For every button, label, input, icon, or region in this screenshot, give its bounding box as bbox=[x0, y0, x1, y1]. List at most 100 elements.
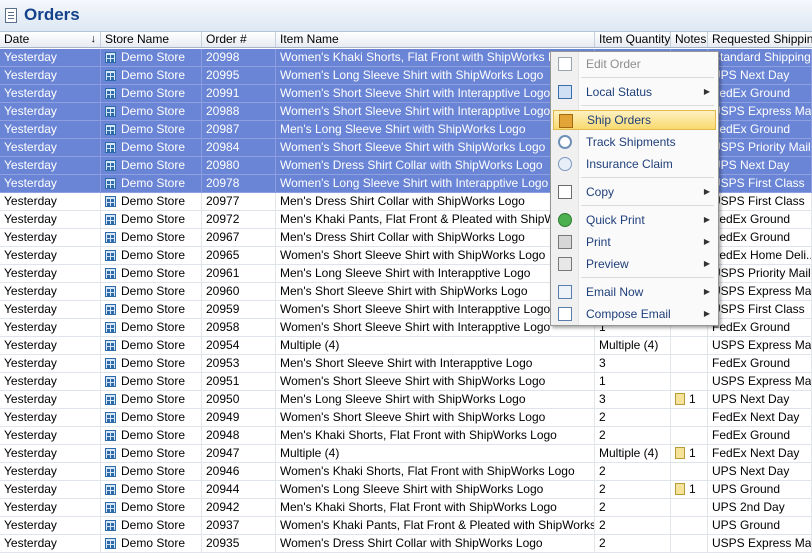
menu-item-preview[interactable]: Preview ▶ bbox=[553, 254, 716, 274]
column-header-requested-shipping[interactable]: Requested Shipping bbox=[708, 32, 812, 47]
table-row[interactable]: Yesterday Demo Store 20935 Women's Dress Sh… bbox=[0, 535, 812, 553]
cell-order-number-text: 20988 bbox=[206, 104, 240, 118]
table-row[interactable]: Yesterday Demo Store 20944 Women's Long Sle… bbox=[0, 481, 812, 499]
cell-store-name: Demo Store bbox=[101, 211, 202, 228]
cell-order-number: 20951 bbox=[202, 373, 276, 390]
cell-store-name: Demo Store bbox=[101, 319, 202, 336]
cell-date-text: Yesterday bbox=[4, 518, 57, 532]
cell-store-name: Demo Store bbox=[101, 499, 202, 516]
cell-date: Yesterday bbox=[0, 409, 101, 426]
cell-date-text: Yesterday bbox=[4, 446, 57, 460]
cell-item-quantity-text: Multiple (4) bbox=[599, 446, 659, 460]
cell-date-text: Yesterday bbox=[4, 392, 57, 406]
store-icon bbox=[105, 160, 116, 171]
table-row[interactable]: Yesterday Demo Store 20947 Multiple (4) Mult… bbox=[0, 445, 812, 463]
table-row[interactable]: Yesterday Demo Store 20950 Men's Long Sleev… bbox=[0, 391, 812, 409]
table-row[interactable]: Yesterday Demo Store 20937 Women's Khaki Pa… bbox=[0, 517, 812, 535]
cell-date-text: Yesterday bbox=[4, 158, 57, 172]
cell-notes-text: 1 bbox=[689, 482, 696, 496]
cell-requested-shipping: FedEx Next Day bbox=[708, 445, 812, 462]
cell-order-number: 20954 bbox=[202, 337, 276, 354]
cell-requested-shipping-text: UPS Next Day bbox=[712, 392, 790, 406]
table-row[interactable]: Yesterday Demo Store 20949 Women's Short Sl… bbox=[0, 409, 812, 427]
menu-item-compose-email[interactable]: Compose Email ▶ bbox=[553, 304, 716, 324]
menu-item-label: Insurance Claim bbox=[586, 157, 673, 171]
menu-item-copy[interactable]: Copy ▶ bbox=[553, 182, 716, 202]
cell-order-number-text: 20961 bbox=[206, 266, 240, 280]
track-shipments-icon bbox=[558, 135, 572, 149]
cell-store-name-text: Demo Store bbox=[121, 320, 186, 334]
cell-order-number-text: 20995 bbox=[206, 68, 240, 82]
menu-item-email-now[interactable]: Email Now ▶ bbox=[553, 282, 716, 302]
cell-order-number-text: 20984 bbox=[206, 140, 240, 154]
menu-separator bbox=[581, 77, 714, 78]
table-row[interactable]: Yesterday Demo Store 20954 Multiple (4) Mult… bbox=[0, 337, 812, 355]
cell-item-name-text: Multiple (4) bbox=[280, 338, 340, 352]
cell-date: Yesterday bbox=[0, 373, 101, 390]
cell-order-number: 20965 bbox=[202, 247, 276, 264]
store-icon bbox=[105, 520, 116, 531]
cell-date-text: Yesterday bbox=[4, 266, 57, 280]
menu-item-ship-orders[interactable]: Ship Orders bbox=[553, 110, 716, 130]
cell-item-name-text: Women's Short Sleeve Shirt with ShipWork… bbox=[280, 410, 546, 424]
cell-date-text: Yesterday bbox=[4, 302, 57, 316]
store-icon bbox=[105, 322, 116, 333]
cell-requested-shipping: UPS Ground bbox=[708, 481, 812, 498]
copy-icon bbox=[558, 185, 572, 199]
store-icon bbox=[105, 376, 116, 387]
column-header-item-name[interactable]: Item Name bbox=[276, 32, 595, 47]
table-row[interactable]: Yesterday Demo Store 20942 Men's Khaki Shor… bbox=[0, 499, 812, 517]
cell-store-name: Demo Store bbox=[101, 283, 202, 300]
cell-store-name-text: Demo Store bbox=[121, 500, 186, 514]
cell-requested-shipping: USPS Express Mail bbox=[708, 283, 812, 300]
cell-requested-shipping: UPS Next Day bbox=[708, 391, 812, 408]
cell-store-name: Demo Store bbox=[101, 463, 202, 480]
table-row[interactable]: Yesterday Demo Store 20948 Men's Khaki Shor… bbox=[0, 427, 812, 445]
cell-requested-shipping-text: UPS Next Day bbox=[712, 158, 790, 172]
menu-item-print[interactable]: Print ▶ bbox=[553, 232, 716, 252]
menu-item-quick-print[interactable]: Quick Print ▶ bbox=[553, 210, 716, 230]
cell-item-quantity-text: 2 bbox=[599, 536, 606, 550]
cell-requested-shipping-text: UPS Next Day bbox=[712, 464, 790, 478]
cell-order-number: 20944 bbox=[202, 481, 276, 498]
cell-item-quantity-text: Multiple (4) bbox=[599, 338, 659, 352]
email-now-icon bbox=[558, 285, 572, 299]
cell-store-name-text: Demo Store bbox=[121, 68, 186, 82]
cell-date-text: Yesterday bbox=[4, 86, 57, 100]
menu-item-local-status[interactable]: Local Status ▶ bbox=[553, 82, 716, 102]
cell-item-quantity: Multiple (4) bbox=[595, 337, 671, 354]
menu-item-track-shipments[interactable]: Track Shipments bbox=[553, 132, 716, 152]
table-row[interactable]: Yesterday Demo Store 20953 Men's Short Slee… bbox=[0, 355, 812, 373]
print-icon bbox=[558, 235, 572, 249]
sort-descending-icon: ↓ bbox=[90, 33, 97, 45]
cell-store-name: Demo Store bbox=[101, 535, 202, 552]
column-header-date[interactable]: Date ↓ bbox=[0, 32, 101, 47]
column-header-store-name[interactable]: Store Name bbox=[101, 32, 202, 47]
table-row[interactable]: Yesterday Demo Store 20946 Women's Khaki Sh… bbox=[0, 463, 812, 481]
column-header-order-number[interactable]: Order # bbox=[202, 32, 276, 47]
cell-date-text: Yesterday bbox=[4, 356, 57, 370]
cell-store-name-text: Demo Store bbox=[121, 140, 186, 154]
cell-requested-shipping: USPS First Class bbox=[708, 175, 812, 192]
cell-date: Yesterday bbox=[0, 445, 101, 462]
column-header-item-quantity[interactable]: Item Quantity bbox=[595, 32, 671, 47]
cell-store-name-text: Demo Store bbox=[121, 482, 186, 496]
column-header-notes[interactable]: Notes bbox=[671, 32, 708, 47]
cell-date: Yesterday bbox=[0, 337, 101, 354]
menu-item-insurance-claim[interactable]: Insurance Claim bbox=[553, 154, 716, 174]
cell-requested-shipping-text: FedEx Home Deli... bbox=[712, 248, 812, 262]
menu-item-edit-order[interactable]: Edit Order bbox=[553, 54, 716, 74]
cell-store-name: Demo Store bbox=[101, 121, 202, 138]
column-header-label: Date bbox=[4, 32, 30, 46]
cell-order-number: 20948 bbox=[202, 427, 276, 444]
cell-order-number-text: 20958 bbox=[206, 320, 240, 334]
store-icon bbox=[105, 88, 116, 99]
cell-item-quantity-text: 3 bbox=[599, 356, 606, 370]
cell-notes bbox=[671, 427, 708, 444]
store-icon bbox=[105, 484, 116, 495]
table-row[interactable]: Yesterday Demo Store 20951 Women's Short Sl… bbox=[0, 373, 812, 391]
menu-item-label: Preview bbox=[586, 257, 629, 271]
cell-date: Yesterday bbox=[0, 85, 101, 102]
cell-requested-shipping-text: USPS First Class bbox=[712, 302, 805, 316]
cell-requested-shipping: FedEx Ground bbox=[708, 121, 812, 138]
